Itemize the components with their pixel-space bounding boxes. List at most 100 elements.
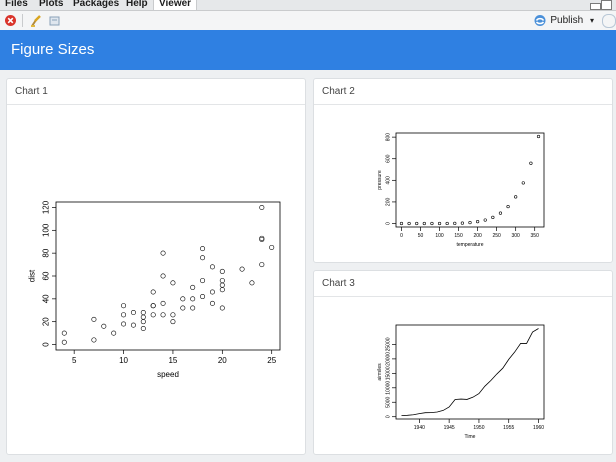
chart-2-plot-frame [395, 132, 545, 228]
stop-icon[interactable] [4, 14, 17, 27]
chart-1-data-point [200, 255, 206, 261]
chart-1-y-tick-label: 120 [41, 200, 50, 214]
chart-2-x-tick-label: 250 [492, 233, 501, 239]
chart-2-y-tick-label: 0 [386, 222, 392, 225]
chart-1-y-tick-label: 0 [41, 342, 50, 347]
chart-1-data-point [249, 280, 255, 286]
chart-1-data-point [140, 310, 146, 316]
chart-2-y-tick-label: 400 [386, 176, 392, 185]
maximize-icon[interactable] [601, 0, 612, 10]
chevron-down-icon: ▾ [589, 16, 594, 25]
chart-2-data-point [483, 218, 487, 222]
tab-plots[interactable]: Plots [34, 0, 68, 10]
chart-1-y-tick-label: 80 [41, 248, 50, 257]
chart-3-y-tick-label: 0 [386, 415, 392, 418]
chart-3-x-axis-label: Time [465, 434, 476, 440]
chart-3-series-line [401, 328, 539, 416]
chart-2-x-tick-label: 300 [512, 233, 521, 239]
tab-viewer[interactable]: Viewer [153, 0, 198, 10]
chart-1-x-tick-label: 20 [218, 356, 227, 365]
chart-2-data-point [437, 221, 442, 226]
chart-1-x-tick-label: 10 [119, 356, 128, 365]
chart-1-data-point [219, 305, 225, 311]
pane-tab-bar: Files Plots Packages Help Viewer [0, 0, 616, 11]
chart-3-x-tick-label: 1955 [503, 425, 514, 431]
chart-1-data-point [259, 204, 265, 210]
chart-1-data-point [160, 250, 166, 256]
chart-1-data-point [160, 312, 166, 318]
chart-2-data-point [453, 221, 457, 225]
chart-3-x-tick-label: 1960 [533, 425, 544, 431]
chart-1-x-tick-label: 25 [267, 356, 276, 365]
chart-2-data-point [514, 195, 518, 199]
chart-2-y-tick-label: 600 [386, 154, 392, 163]
tab-files[interactable]: Files [0, 0, 33, 10]
chart-1-y-tick-label: 20 [41, 317, 50, 326]
chart-2-data-point [536, 134, 541, 139]
viewer-toolbar: Publish ▾ [0, 11, 616, 31]
chart-1-data-point [180, 305, 186, 311]
chart-3-y-tick-label: 25000 [386, 337, 392, 351]
chart-1-data-point [209, 289, 215, 295]
chart-1-data-point [61, 339, 67, 345]
chart-2-data-point [506, 204, 510, 209]
chart-1-title: Chart 1 [7, 79, 305, 105]
chart-1-data-point [190, 284, 196, 290]
chart-1-data-point [200, 294, 206, 300]
chart-2-data-point [460, 221, 464, 225]
chart-2-data-point [521, 181, 525, 185]
chart-1-data-point [219, 282, 225, 288]
chart-2-y-tick-label: 200 [386, 198, 392, 207]
chart-1-data-point [219, 287, 225, 293]
chart-2-data-point [498, 211, 503, 215]
chart-1-x-tick-label: 5 [72, 356, 77, 365]
chart-2-y-tick-label: 800 [386, 133, 392, 142]
chart-1-data-point [219, 268, 225, 274]
chart-1-data-point [219, 278, 225, 284]
chart-2-data-point [430, 221, 434, 226]
chart-1-plot: 5 10 15 20 25 0 20 40 60 80 100 120 speed dist [27, 200, 281, 379]
chart-2-x-tick-label: 150 [454, 233, 463, 239]
chart-2-plot: 0 50 100 150 200 250 300 350 0 200 400 600 800 temper… [377, 132, 545, 248]
publish-button[interactable]: Publish ▾ [533, 13, 594, 28]
chart-2-data-point [476, 220, 480, 224]
chart-2-x-tick-label: 100 [435, 233, 444, 239]
chart-3-y-tick-label: 20000 [386, 352, 392, 366]
chart-1-data-point [130, 322, 136, 328]
refresh-viewer-icon[interactable] [602, 14, 616, 28]
chart-2-x-tick-label: 200 [473, 233, 482, 239]
chart-2-x-tick-label: 50 [418, 233, 424, 239]
chart-3-x-tick-label: 1940 [414, 425, 425, 431]
dashboard-header: Figure Sizes [0, 30, 616, 70]
chart-1-data-point [170, 312, 176, 318]
chart-1-data-point [121, 303, 127, 309]
chart-1-data-point [140, 319, 146, 325]
publish-label: Publish [550, 15, 584, 26]
chart-1-x-axis-label: speed [157, 370, 179, 379]
chart-3-title: Chart 3 [314, 271, 612, 297]
chart-1-data-point [61, 330, 67, 336]
chart-1-data-point [259, 262, 265, 268]
chart-1-data-point [160, 273, 166, 279]
tab-help[interactable]: Help [121, 0, 153, 10]
tab-packages[interactable]: Packages [68, 0, 124, 10]
chart-2-data-point [529, 161, 533, 165]
chart-2-data-point [399, 221, 404, 226]
chart-3-y-tick-label: 10000 [386, 381, 392, 395]
chart-1-data-point [239, 266, 245, 272]
chart-3-y-axis-label: airmiles [377, 363, 383, 381]
broom-icon[interactable] [29, 14, 42, 27]
refresh-icon[interactable] [48, 14, 61, 27]
chart-1-card: Chart 1 5 10 15 20 25 0 20 40 60 80 100 120 speed dis… [6, 78, 306, 455]
chart-3-y-tick-label: 15000 [386, 366, 392, 380]
chart-2-title: Chart 2 [314, 79, 612, 105]
toolbar-divider [22, 14, 23, 27]
chart-1-data-point [190, 296, 196, 302]
chart-2-data-point [415, 221, 419, 226]
minimize-icon[interactable] [590, 3, 601, 10]
chart-1-data-point [101, 323, 107, 329]
chart-2-x-tick-label: 0 [400, 233, 403, 239]
chart-2-data-point [422, 221, 426, 226]
chart-3-plot: 1940 1945 1950 1955 1960 0 5000100001500020000… [377, 324, 545, 440]
chart-3-plot-frame [395, 324, 545, 420]
